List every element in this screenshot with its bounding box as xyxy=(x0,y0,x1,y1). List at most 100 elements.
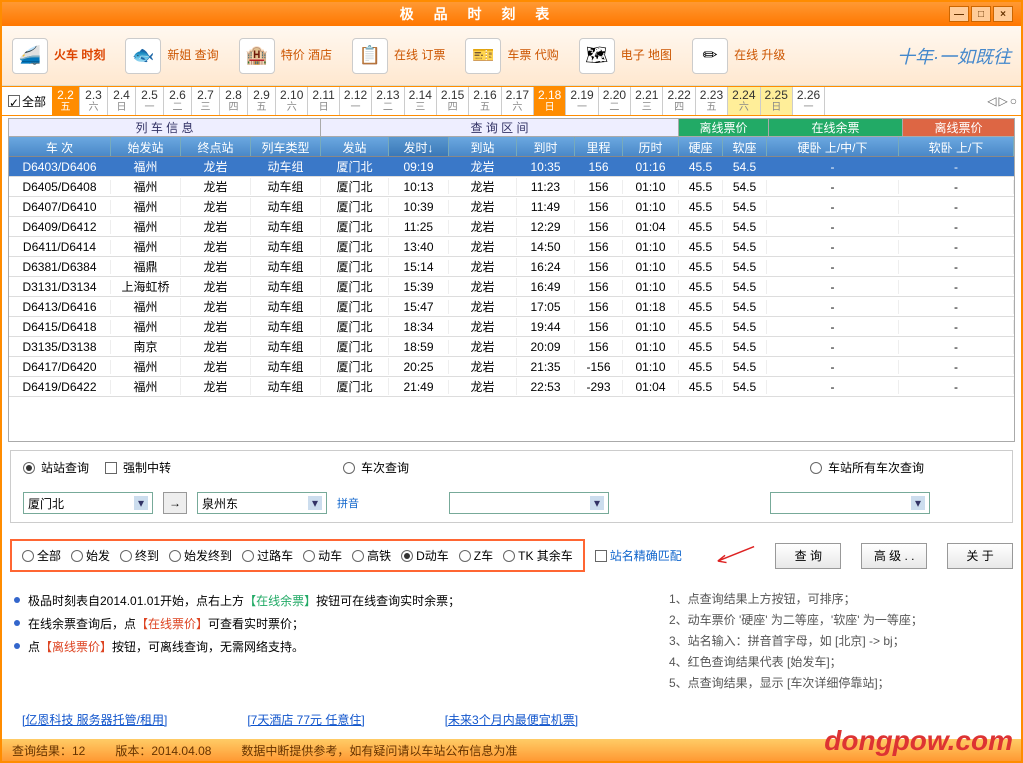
query-button[interactable]: 查 询 xyxy=(775,543,841,569)
toolbar-item-6[interactable]: ✏在线 升级 xyxy=(692,38,785,74)
date-cell[interactable]: 2.10六 xyxy=(276,87,308,115)
table-row[interactable]: D6407/D6410福州龙岩动车组厦门北10:39龙岩11:4915601:1… xyxy=(9,197,1014,217)
date-reset-icon[interactable]: ○ xyxy=(1010,94,1017,108)
toolbar-item-0[interactable]: 🚄火车 时刻 xyxy=(12,38,105,74)
table-row[interactable]: D6411/D6414福州龙岩动车组厦门北13:40龙岩14:5015601:1… xyxy=(9,237,1014,257)
date-cell[interactable]: 2.21三 xyxy=(631,87,663,115)
date-cell[interactable]: 2.4日 xyxy=(108,87,136,115)
filter-radio-2[interactable]: 终到 xyxy=(120,547,159,564)
date-cell[interactable]: 2.3六 xyxy=(80,87,108,115)
col-hardsleeper[interactable]: 硬卧 上/中/下 xyxy=(767,137,899,156)
col-arrive-time[interactable]: 到时 xyxy=(517,137,575,156)
date-cell[interactable]: 2.8四 xyxy=(220,87,248,115)
col-arrive-station[interactable]: 到站 xyxy=(449,137,517,156)
toolbar-item-3[interactable]: 📋在线 订票 xyxy=(352,38,445,74)
date-cell[interactable]: 2.24六 xyxy=(728,87,760,115)
maximize-button[interactable]: □ xyxy=(971,6,991,22)
table-row[interactable]: D3131/D3134上海虹桥龙岩动车组厦门北15:39龙岩16:4915601… xyxy=(9,277,1014,297)
date-cell[interactable]: 2.15四 xyxy=(437,87,469,115)
date-cell[interactable]: 2.22四 xyxy=(663,87,695,115)
date-cell[interactable]: 2.25日 xyxy=(761,87,793,115)
col-train-number[interactable]: 车 次 xyxy=(9,137,111,156)
toolbar-icon: 🐟 xyxy=(125,38,161,74)
col-type[interactable]: 列车类型 xyxy=(251,137,321,156)
date-next-icon[interactable]: ▷ xyxy=(999,94,1008,108)
radio-station-all-query[interactable]: 车站所有车次查询 xyxy=(810,459,924,476)
grid-body[interactable]: D6403/D6406福州龙岩动车组厦门北09:19龙岩10:3515601:1… xyxy=(9,157,1014,441)
date-cell[interactable]: 2.14三 xyxy=(405,87,437,115)
col-group-online-ticket[interactable]: 在线余票 xyxy=(769,119,903,136)
bottom-link[interactable]: [亿恩科技 服务器托管/租用] xyxy=(22,711,167,728)
table-row[interactable]: D6415/D6418福州龙岩动车组厦门北18:34龙岩19:4415601:1… xyxy=(9,317,1014,337)
date-cell[interactable]: 2.7三 xyxy=(192,87,220,115)
filter-radio-9[interactable]: TK 其余车 xyxy=(503,547,573,564)
filter-radio-5[interactable]: 动车 xyxy=(303,547,342,564)
date-cell[interactable]: 2.9五 xyxy=(248,87,276,115)
table-row[interactable]: D6403/D6406福州龙岩动车组厦门北09:19龙岩10:3515601:1… xyxy=(9,157,1014,177)
date-cell[interactable]: 2.19一 xyxy=(566,87,598,115)
toolbar-item-1[interactable]: 🐟新姐 查询 xyxy=(125,38,218,74)
date-all-checkbox[interactable]: ✓ 全部 xyxy=(2,87,52,115)
minimize-button[interactable]: — xyxy=(949,6,969,22)
filter-radio-0[interactable]: 全部 xyxy=(22,547,61,564)
filter-radio-1[interactable]: 始发 xyxy=(71,547,110,564)
bottom-link[interactable]: [未来3个月内最便宜机票] xyxy=(445,711,578,728)
table-row[interactable]: D6409/D6412福州龙岩动车组厦门北11:25龙岩12:2915601:0… xyxy=(9,217,1014,237)
col-duration[interactable]: 历时 xyxy=(623,137,679,156)
radio-station-query[interactable]: 站站查询 xyxy=(23,459,89,476)
table-row[interactable]: D6413/D6416福州龙岩动车组厦门北15:47龙岩17:0515601:1… xyxy=(9,297,1014,317)
date-cell[interactable]: 2.17六 xyxy=(502,87,534,115)
toolbar-item-2[interactable]: 🏨特价 酒店 xyxy=(239,38,332,74)
table-row[interactable]: D3135/D3138南京龙岩动车组厦门北18:59龙岩20:0915601:1… xyxy=(9,337,1014,357)
filter-radio-4[interactable]: 过路车 xyxy=(242,547,293,564)
bottom-link[interactable]: [7天酒店 77元 任意住] xyxy=(247,711,364,728)
radio-train-query[interactable]: 车次查询 xyxy=(343,459,409,476)
filter-radio-6[interactable]: 高铁 xyxy=(352,547,391,564)
date-cell[interactable]: 2.5一 xyxy=(136,87,164,115)
col-softseat[interactable]: 软座 xyxy=(723,137,767,156)
col-group-info: 列 车 信 息 xyxy=(9,119,321,136)
filter-radio-8[interactable]: Z车 xyxy=(459,547,493,564)
col-hardseat[interactable]: 硬座 xyxy=(679,137,723,156)
checkbox-force-transfer[interactable]: 强制中转 xyxy=(105,459,171,476)
table-row[interactable]: D6381/D6384福鼎龙岩动车组厦门北15:14龙岩16:2415601:1… xyxy=(9,257,1014,277)
date-cell[interactable]: 2.2五 xyxy=(52,87,80,115)
station-combo[interactable]: ▾ xyxy=(770,492,930,514)
toolbar-item-4[interactable]: 🎫车票 代购 xyxy=(465,38,558,74)
tip-line: 2、动车票价 '硬座' 为二等座，'软座' 为一等座； xyxy=(669,611,1009,628)
date-cell[interactable]: 2.26一 xyxy=(793,87,825,115)
about-button[interactable]: 关 于 xyxy=(947,543,1013,569)
date-cell[interactable]: 2.6二 xyxy=(164,87,192,115)
to-station-combo[interactable]: 泉州东▾ xyxy=(197,492,327,514)
filter-radio-3[interactable]: 始发终到 xyxy=(169,547,232,564)
table-row[interactable]: D6419/D6422福州龙岩动车组厦门北21:49龙岩22:53-29301:… xyxy=(9,377,1014,397)
checkbox-exact-match[interactable]: 站名精确匹配 xyxy=(595,547,682,564)
date-prev-icon[interactable]: ◁ xyxy=(987,94,996,108)
date-cell[interactable]: 2.11日 xyxy=(308,87,339,115)
col-softsleeper[interactable]: 软卧 上/下 xyxy=(899,137,1014,156)
col-depart-station[interactable]: 发站 xyxy=(321,137,389,156)
col-depart-time[interactable]: 发时↓ xyxy=(389,137,449,156)
toolbar-item-5[interactable]: 🗺电子 地图 xyxy=(579,38,672,74)
col-terminal[interactable]: 终点站 xyxy=(181,137,251,156)
table-row[interactable]: D6417/D6420福州龙岩动车组厦门北20:25龙岩21:35-15601:… xyxy=(9,357,1014,377)
tip-line: 4、红色查询结果代表 [始发车]； xyxy=(669,653,1009,670)
from-station-combo[interactable]: 厦门北▾ xyxy=(23,492,153,514)
table-row[interactable]: D6405/D6408福州龙岩动车组厦门北10:13龙岩11:2315601:1… xyxy=(9,177,1014,197)
date-cell[interactable]: 2.12一 xyxy=(340,87,372,115)
train-number-combo[interactable]: ▾ xyxy=(449,492,609,514)
date-cell[interactable]: 2.13二 xyxy=(372,87,404,115)
filter-radio-7[interactable]: D动车 xyxy=(401,547,449,564)
advanced-button[interactable]: 高 级 . . xyxy=(861,543,927,569)
date-cell[interactable]: 2.23五 xyxy=(696,87,728,115)
col-group-online-price[interactable]: 离线票价 xyxy=(679,119,769,136)
col-distance[interactable]: 里程 xyxy=(575,137,623,156)
date-selector-bar: ✓ 全部 2.2五2.3六2.4日2.5一2.6二2.7三2.8四2.9五2.1… xyxy=(2,86,1021,116)
date-cell[interactable]: 2.18日 xyxy=(534,87,566,115)
swap-button[interactable]: → xyxy=(163,492,187,514)
close-button[interactable]: × xyxy=(993,6,1013,22)
col-group-offline-price[interactable]: 离线票价 xyxy=(903,119,1014,136)
date-cell[interactable]: 2.16五 xyxy=(469,87,501,115)
col-origin[interactable]: 始发站 xyxy=(111,137,181,156)
date-cell[interactable]: 2.20二 xyxy=(599,87,631,115)
